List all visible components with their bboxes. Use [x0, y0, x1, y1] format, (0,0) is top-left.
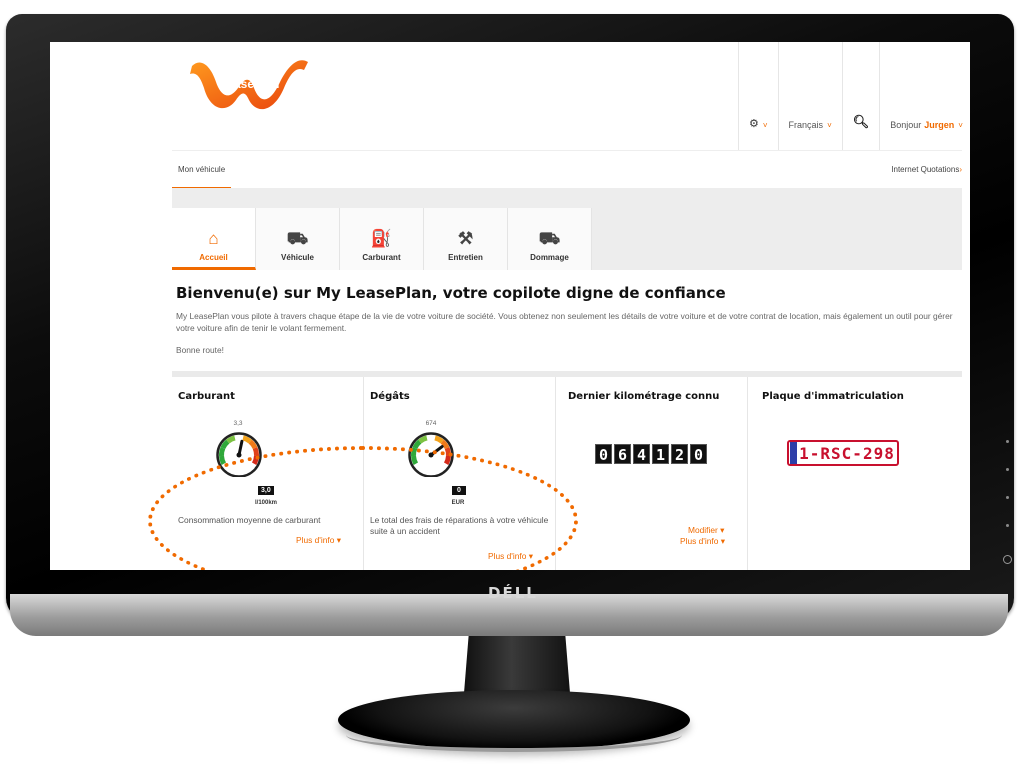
card-title: Dernier kilométrage connu: [568, 391, 720, 402]
tab-label: Dommage: [530, 253, 569, 262]
power-icon: [1003, 555, 1012, 564]
tab-vehicule[interactable]: ⛟ Véhicule: [256, 208, 340, 270]
tools-icon: ⚒: [457, 229, 474, 248]
odometer-digit: 0: [690, 444, 707, 464]
monitor-button: [1006, 468, 1009, 471]
tab-entretien[interactable]: ⚒ Entretien: [424, 208, 508, 270]
utility-bar: ⚙ ˅ Français ˅ 🔍︎ Bonjour Jurgen ˅: [738, 42, 970, 150]
plate-card: Plaque d'immatriculation: [748, 377, 962, 570]
more-info-link[interactable]: Plus d'info ▾: [680, 536, 725, 546]
modify-link[interactable]: Modifier ▾: [688, 525, 724, 535]
odometer-digit: 1: [652, 444, 669, 464]
chevron-down-icon: ˅: [827, 121, 832, 130]
monitor-button: [1006, 496, 1009, 499]
odometer: 0 6 4 1 2 0: [595, 444, 707, 464]
internet-quotations-link[interactable]: Internet Quotations›: [891, 165, 962, 174]
odometer-digit: 2: [671, 444, 688, 464]
language-select[interactable]: Français ˅: [777, 42, 842, 150]
license-plate: 1-RSC-298: [787, 440, 899, 466]
sign-off-text: Bonne route!: [176, 345, 224, 355]
gauge-max-label: 674: [425, 420, 437, 427]
monitor-base-rim: [346, 718, 682, 752]
chevron-down-icon: ˅: [958, 121, 963, 130]
internet-quotations-label: Internet Quotations: [891, 165, 960, 174]
plate-number: 1-RSC-298: [799, 443, 895, 463]
search-icon: 🔍︎: [852, 114, 870, 129]
greeting-label: Bonjour: [890, 120, 922, 130]
chevron-down-icon: ˅: [762, 121, 768, 130]
screen: LeasePlan ⚙ ˅ Français ˅ 🔍︎ Bonjour Jurg…: [50, 42, 970, 570]
brand-name: LeasePlan: [220, 77, 280, 91]
eu-band: [790, 442, 797, 464]
tab-my-vehicle[interactable]: Mon véhicule: [172, 151, 232, 189]
monitor-brand-logo: DÉLL: [488, 584, 538, 602]
tab-label: Véhicule: [281, 253, 314, 262]
monitor-button: [1006, 440, 1009, 443]
tab-dommage[interactable]: ⛟ Dommage: [508, 208, 592, 270]
gauge-max-label: 3,3: [233, 420, 243, 427]
monitor-button: [1006, 524, 1009, 527]
home-icon: ⌂: [208, 229, 219, 248]
odometer-digit: 6: [614, 444, 631, 464]
language-label: Français: [788, 120, 824, 130]
card-title: Plaque d'immatriculation: [762, 391, 904, 402]
tab-accueil[interactable]: ⌂ Accueil: [172, 208, 256, 270]
mileage-card: Dernier kilométrage connu Modifier ▾ Plu…: [556, 377, 748, 570]
gear-icon: ⚙: [749, 118, 759, 130]
gauge-segment: [426, 435, 436, 441]
tab-label: Entretien: [448, 253, 483, 262]
section-tabs: ⌂ Accueil ⛟ Véhicule ⛽ Carburant ⚒ Entre…: [172, 208, 592, 270]
odometer-digit: 4: [633, 444, 650, 464]
car-damage-icon: ⛟: [538, 229, 561, 248]
sub-navigation: Mon véhicule Internet Quotations›: [172, 150, 962, 189]
card-title: Carburant: [178, 391, 235, 402]
user-menu[interactable]: Bonjour Jurgen ˅: [879, 42, 970, 150]
settings-menu[interactable]: ⚙ ˅: [738, 42, 778, 150]
arrow-right-icon: ›: [959, 165, 962, 174]
tab-label: Carburant: [362, 253, 401, 262]
intro-text: My LeasePlan vous pilote à travers chaqu…: [176, 311, 953, 333]
car-icon: ⛟: [286, 229, 309, 248]
user-name: Jurgen: [924, 120, 955, 130]
search-button[interactable]: 🔍︎: [841, 42, 880, 150]
card-title: Dégâts: [370, 391, 410, 402]
odometer-digit: 0: [595, 444, 612, 464]
fuel-pump-icon: ⛽: [370, 229, 393, 248]
tab-carburant[interactable]: ⛽ Carburant: [340, 208, 424, 270]
tab-label: Accueil: [199, 253, 228, 262]
gauge-hub: [236, 452, 242, 458]
gauge-segment: [234, 435, 244, 441]
page-title: Bienvenu(e) sur My LeasePlan, votre copi…: [176, 284, 726, 302]
